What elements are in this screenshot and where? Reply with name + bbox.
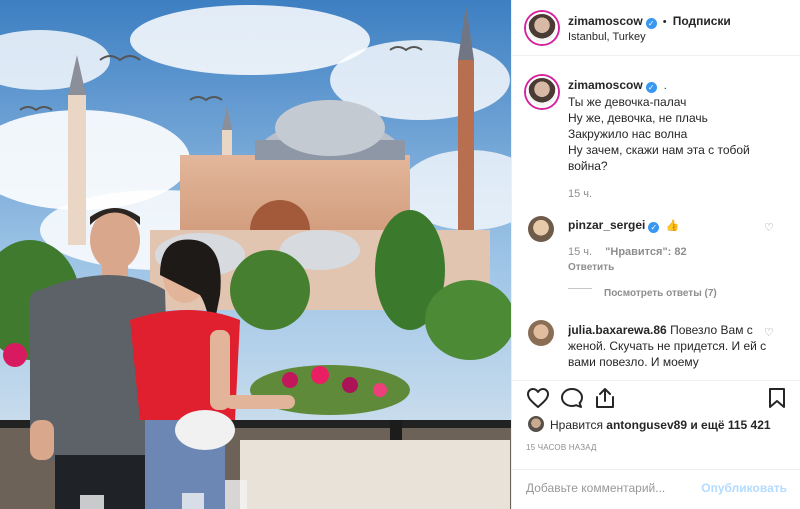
caption-dot: . [663,80,667,92]
photo-illustration [0,0,511,509]
location-link[interactable]: Istanbul, Turkey [568,31,646,43]
comment-icon[interactable] [560,387,584,409]
comment-text: 👍 [665,220,680,232]
liker-username[interactable]: antongusev89 [606,418,687,432]
reply-button[interactable]: Ответить [568,262,614,273]
caption-text: Ты же девочка-палач Ну же, девочка, не п… [568,95,750,173]
likes-count[interactable]: и ещё 115 421 [690,418,770,432]
author-username[interactable]: zimamoscow [568,14,643,28]
caption-username[interactable]: zimamoscow [568,78,643,92]
comment-avatar[interactable] [528,216,554,242]
post-timestamp[interactable]: 15 ЧАСОВ НАЗАД [526,443,597,452]
comment-likes[interactable]: "Нравится": 82 [605,246,686,258]
post-panel: zimamoscow ✓ • Подписки Istanbul, Turkey … [511,0,800,509]
replies-divider [568,288,592,289]
liker-avatar[interactable] [528,416,544,432]
caption-avatar[interactable] [526,76,558,108]
caption-block: zimamoscow ✓ . Ты же девочка-палач Ну же,… [568,78,788,200]
publish-button[interactable]: Опубликовать [701,481,787,495]
heart-icon[interactable] [526,387,550,409]
verified-badge-icon: ✓ [648,222,660,233]
comment-time[interactable]: 15 ч. [568,246,592,258]
post-header: zimamoscow ✓ • Подписки Istanbul, Turkey [512,0,800,56]
caption-time[interactable]: 15 ч. [568,188,788,200]
comment-username[interactable]: julia.baxarewa.86 [568,323,667,337]
comment-meta: 15 ч. "Нравится": 82 [568,246,687,258]
comment-input[interactable] [526,481,696,495]
verified-badge-icon: ✓ [645,82,657,93]
comment-item: julia.baxarewa.86 Повезло Вам с женой. С… [568,322,768,372]
author-avatar[interactable] [526,12,558,44]
comment-avatar[interactable] [528,320,554,346]
post-photo[interactable] [0,0,511,509]
likes-prefix: Нравится [550,418,603,432]
follow-button[interactable]: Подписки [673,14,731,28]
header-separator: • [662,16,667,28]
verified-badge-icon: ✓ [645,18,657,29]
share-icon[interactable] [594,387,616,409]
bookmark-icon[interactable] [767,387,787,409]
post-actions [512,380,800,413]
comment-composer: Опубликовать [512,469,800,509]
comment-item: pinzar_sergei ✓ 👍 [568,218,768,233]
comment-username[interactable]: pinzar_sergei [568,218,645,232]
view-replies-button[interactable]: Посмотреть ответы (7) [604,288,717,299]
comment-like-heart-icon[interactable]: ♡ [764,223,774,234]
likes-summary: Нравится antongusev89 и ещё 115 421 [550,418,771,432]
comment-like-heart-icon[interactable]: ♡ [764,328,774,339]
